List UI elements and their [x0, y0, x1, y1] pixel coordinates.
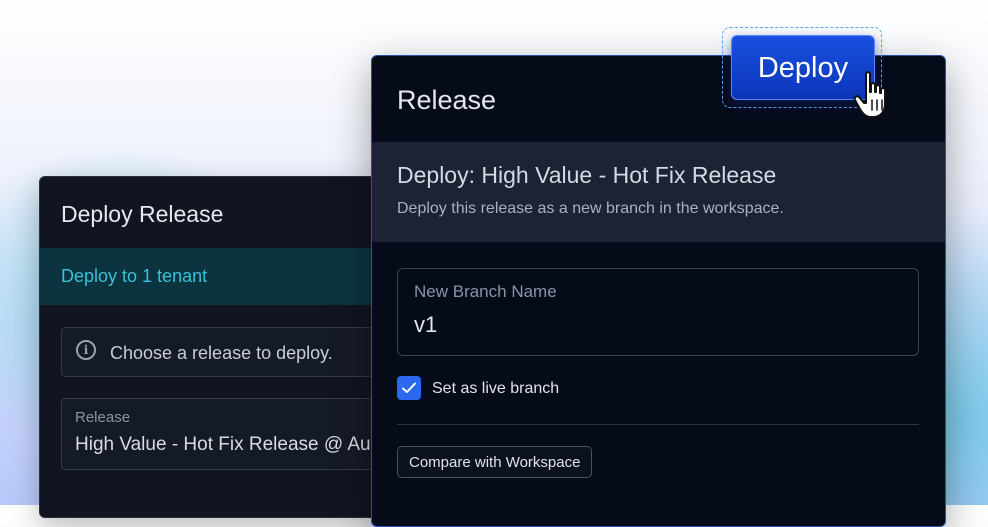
- deploy-heading: Deploy: High Value - Hot Fix Release: [397, 162, 777, 188]
- release-value: High Value - Hot Fix Release @ Aug: [75, 434, 382, 455]
- deploy-header-band: Deploy: High Value - Hot Fix Release Dep…: [372, 142, 945, 242]
- branch-name-input[interactable]: New Branch Name v1: [397, 268, 919, 356]
- live-branch-checkbox[interactable]: [397, 376, 421, 400]
- branch-name-value[interactable]: v1: [414, 312, 437, 338]
- branch-name-label: New Branch Name: [414, 282, 557, 301]
- divider: [397, 424, 919, 425]
- info-icon: i: [76, 340, 96, 360]
- release-title: Release: [397, 85, 497, 115]
- tenant-band-label: Deploy to 1 tenant: [61, 266, 208, 286]
- live-branch-label[interactable]: Set as live branch: [432, 380, 559, 398]
- release-panel: Release Deploy: High Value - Hot Fix Rel…: [371, 55, 946, 527]
- release-label: Release: [75, 409, 131, 426]
- info-text: Choose a release to deploy.: [110, 343, 333, 363]
- deploy-subheading: Deploy this release as a new branch in t…: [397, 200, 784, 217]
- deploy-release-title: Deploy Release: [61, 201, 224, 227]
- hand-pointer-icon: [853, 71, 886, 118]
- checkmark-icon: [402, 382, 416, 393]
- compare-with-workspace-button[interactable]: Compare with Workspace: [397, 446, 593, 478]
